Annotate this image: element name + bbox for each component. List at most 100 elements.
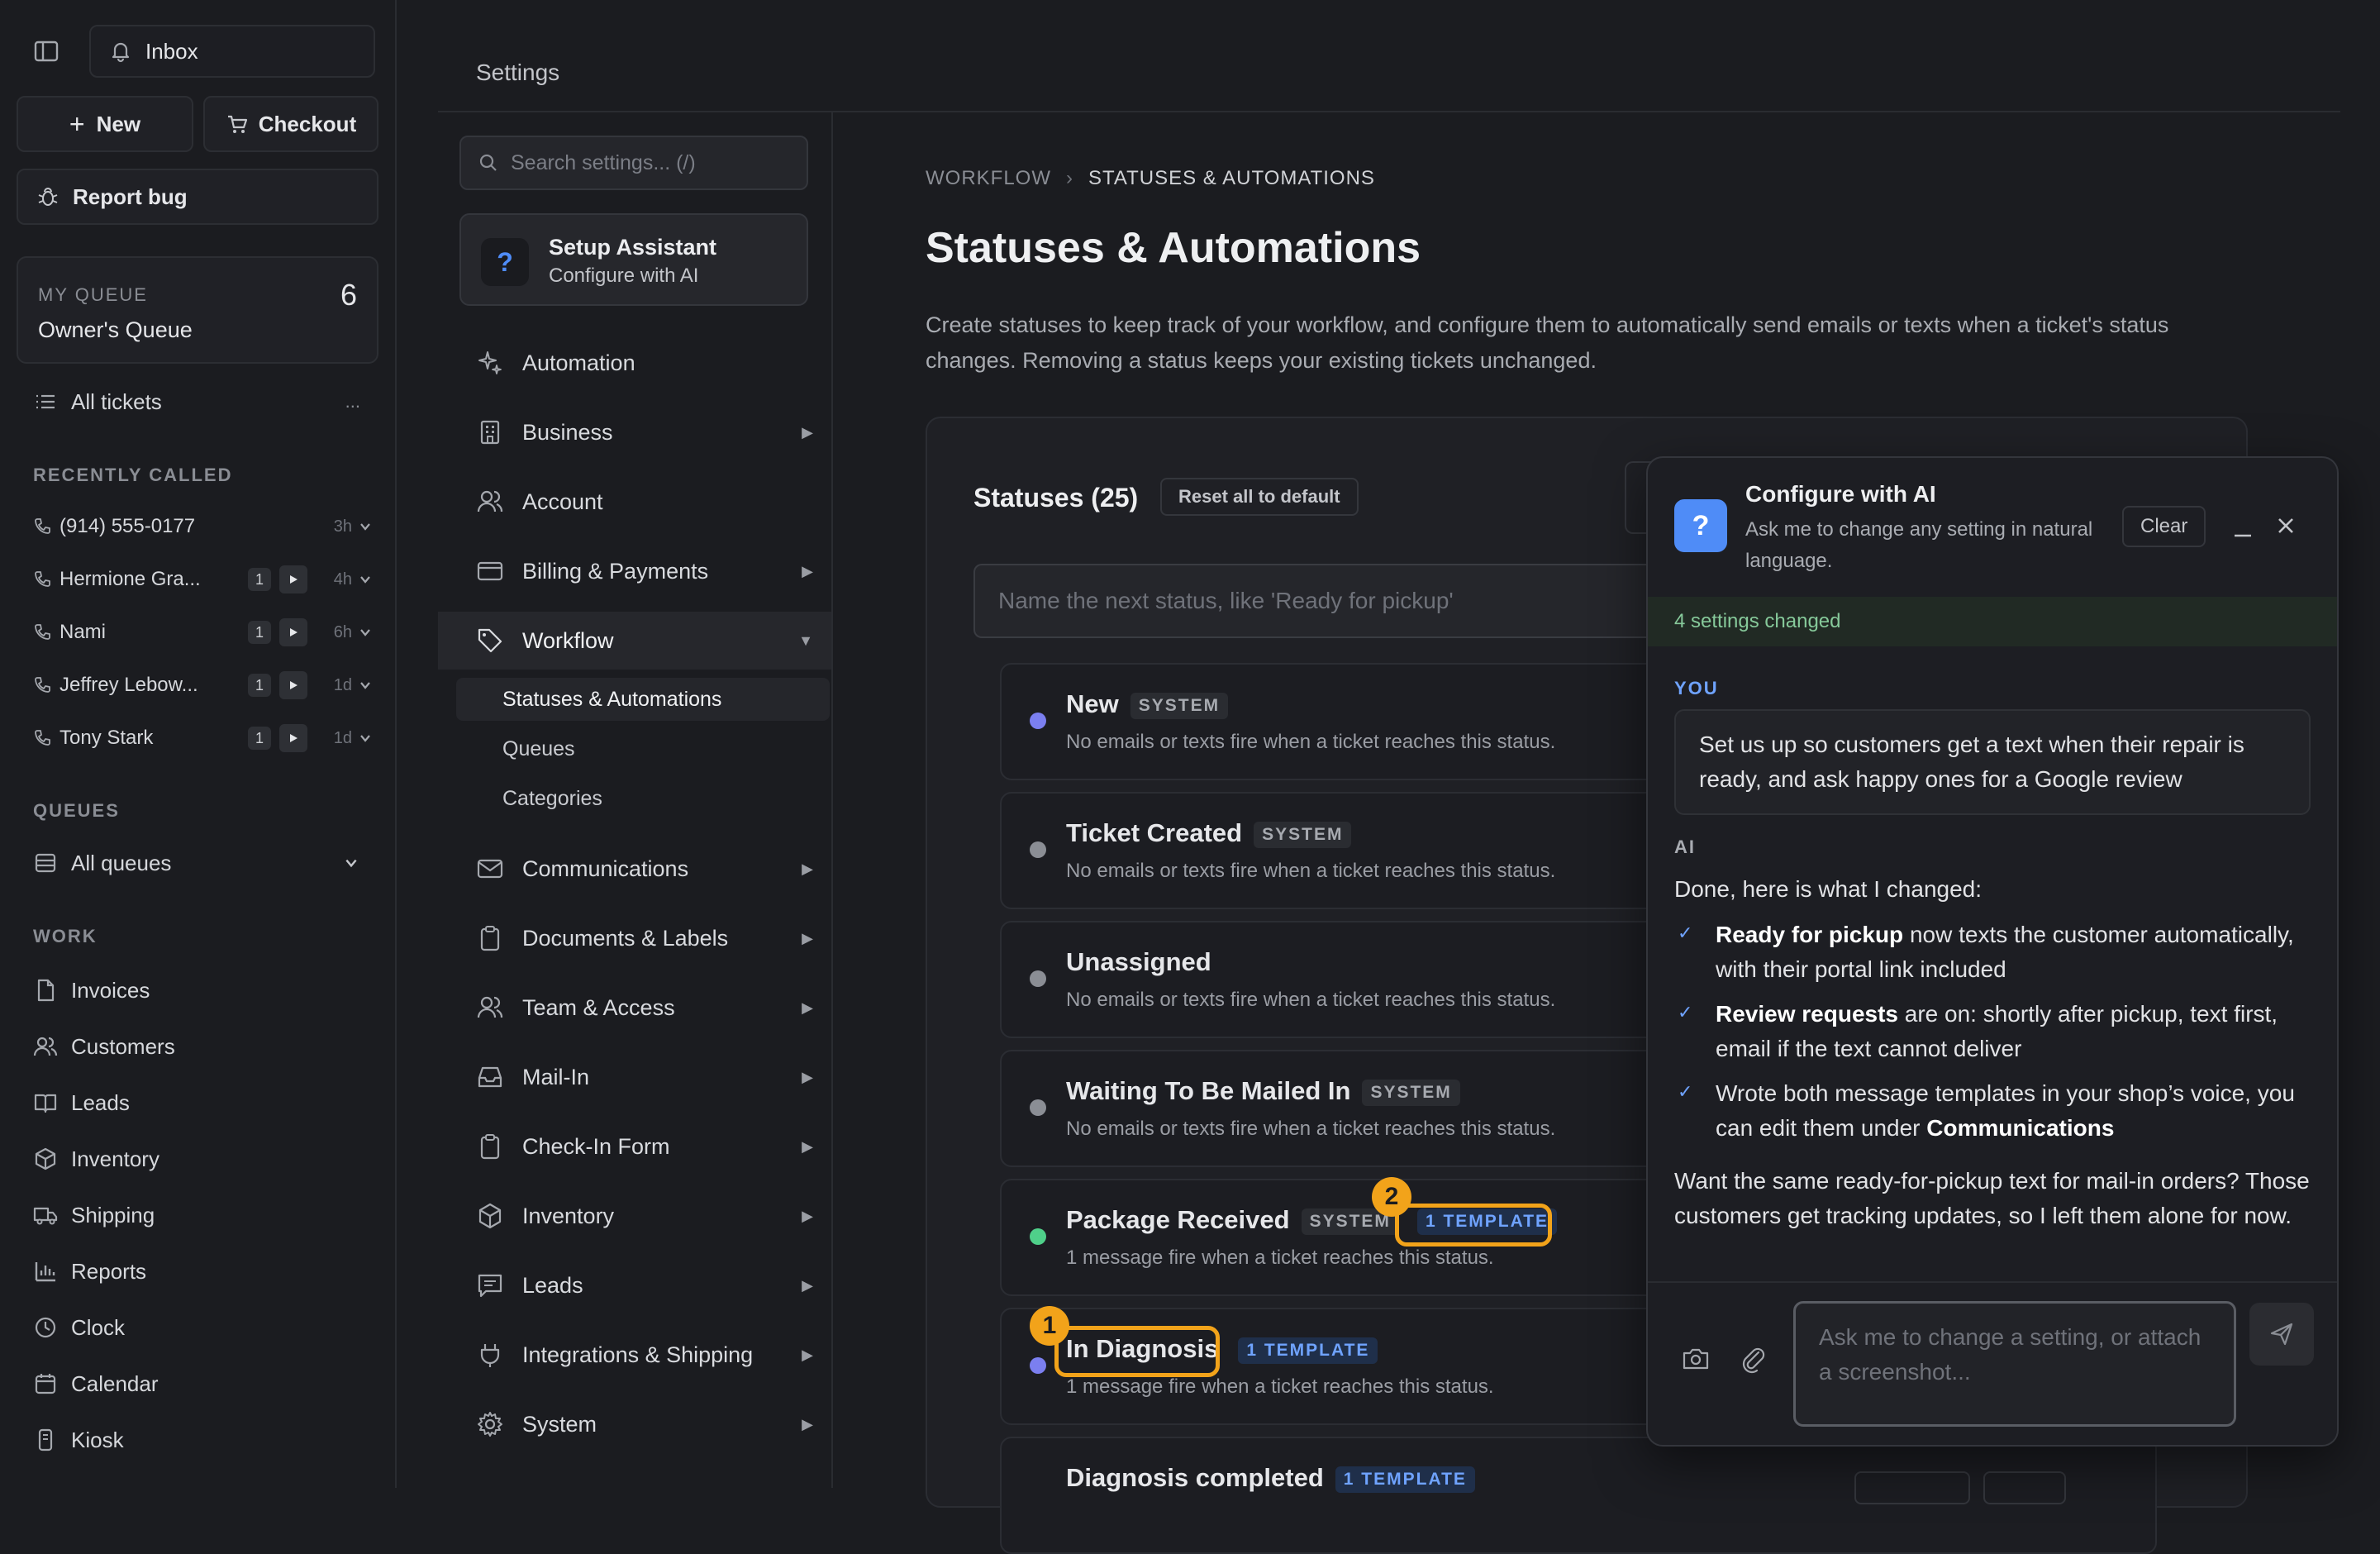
all-tickets-more-button[interactable]: ... — [345, 391, 360, 412]
new-button[interactable]: + New — [17, 96, 193, 152]
settings-sub-statuses[interactable]: Statuses & Automations — [456, 678, 830, 721]
settings-nav-inventory[interactable]: Inventory ▶ — [438, 1187, 831, 1245]
row-action-button[interactable] — [1854, 1471, 1970, 1504]
settings-nav-documents[interactable]: Documents & Labels ▶ — [438, 909, 831, 967]
settings-nav-automation[interactable]: Automation — [438, 334, 831, 392]
row-action-button[interactable] — [1983, 1471, 2066, 1504]
status-dot — [1030, 1099, 1046, 1116]
status-name: Package Received — [1066, 1205, 1290, 1234]
breadcrumb-workflow[interactable]: WORKFLOW — [926, 167, 1051, 190]
ai-input-placeholder: Ask me to change a setting, or attach a … — [1819, 1324, 2202, 1385]
call-name: Tony Stark — [60, 727, 154, 749]
inbox-button[interactable]: Inbox — [89, 25, 375, 78]
settings-sub-queues[interactable]: Queues — [456, 727, 830, 770]
nav-inventory[interactable]: Inventory — [33, 1141, 364, 1177]
all-queues-select[interactable]: All queues — [33, 845, 364, 881]
nav-leads[interactable]: Leads — [33, 1084, 364, 1121]
nav-clock[interactable]: Clock — [33, 1309, 364, 1346]
call-row[interactable]: (914) 555-0177 3h — [33, 510, 372, 543]
settings-nav-team[interactable]: Team & Access ▶ — [438, 979, 831, 1037]
page-description: Create statuses to keep track of your wo… — [926, 312, 2169, 373]
sidebar-toggle-icon[interactable] — [33, 38, 60, 64]
setup-assistant-card[interactable]: ? Setup Assistant Configure with AI — [459, 213, 808, 306]
settings-nav-label: Integrations & Shipping — [522, 1342, 754, 1367]
nav-kiosk[interactable]: Kiosk — [33, 1422, 364, 1458]
camera-icon[interactable] — [1681, 1346, 1711, 1372]
setup-assistant-subtitle: Configure with AI — [549, 265, 699, 287]
bell-icon — [109, 40, 132, 63]
nav-reports[interactable]: Reports — [33, 1253, 364, 1289]
my-queue-name: Owner's Queue — [38, 317, 193, 342]
play-icon[interactable] — [279, 565, 307, 593]
play-icon[interactable] — [279, 724, 307, 752]
callout-marker: 1 — [1030, 1306, 1069, 1346]
send-button[interactable] — [2249, 1303, 2314, 1366]
ai-message-input[interactable]: Ask me to change a setting, or attach a … — [1793, 1301, 2236, 1427]
close-icon[interactable] — [2274, 514, 2297, 537]
plug-icon — [476, 1341, 504, 1369]
users-icon — [476, 488, 504, 516]
my-queue-card[interactable]: MY QUEUE Owner's Queue 6 — [17, 256, 378, 364]
settings-nav-account[interactable]: Account — [438, 473, 831, 531]
settings-nav-communications[interactable]: Communications ▶ — [438, 840, 831, 898]
phone-icon — [33, 623, 51, 641]
nav-invoices[interactable]: Invoices — [33, 972, 364, 1008]
paperclip-icon[interactable] — [1739, 1344, 1768, 1374]
call-row[interactable]: Hermione Gra... 1 4h — [33, 563, 372, 596]
settings-nav-integrations[interactable]: Integrations & Shipping ▶ — [438, 1326, 831, 1384]
chevron-down-icon[interactable] — [359, 679, 372, 692]
nav-label: Shipping — [71, 1202, 155, 1227]
chevron-down-icon[interactable] — [359, 626, 372, 639]
chevron-down-icon[interactable] — [359, 573, 372, 586]
settings-nav-business[interactable]: Business ▶ — [438, 403, 831, 461]
template-badge[interactable]: 1 TEMPLATE — [1335, 1466, 1475, 1493]
change-item-title: Ready for pickup — [1716, 922, 1904, 947]
checkout-button[interactable]: Checkout — [203, 96, 378, 152]
new-status-input[interactable]: Name the next status, like 'Ready for pi… — [973, 564, 1717, 638]
status-description: 1 message fire when a ticket reaches thi… — [1066, 1247, 1494, 1269]
settings-nav-workflow[interactable]: Workflow ▼ — [438, 612, 831, 670]
settings-nav-billing[interactable]: Billing & Payments ▶ — [438, 542, 831, 600]
settings-search[interactable]: Search settings... (/) — [459, 136, 808, 190]
call-count-badge: 1 — [248, 727, 271, 750]
system-badge: SYSTEM — [1254, 821, 1352, 848]
all-tickets-link[interactable]: All tickets ... — [33, 384, 364, 420]
my-queue-heading: MY QUEUE — [38, 284, 148, 305]
status-dot — [1030, 1228, 1046, 1245]
nav-shipping[interactable]: Shipping — [33, 1197, 364, 1233]
call-row[interactable]: Tony Stark 1 1d — [33, 722, 372, 755]
clear-button[interactable]: Clear — [2122, 506, 2206, 547]
new-status-placeholder: Name the next status, like 'Ready for pi… — [998, 588, 1454, 613]
settings-nav-label: Communications — [522, 856, 689, 881]
bug-icon — [36, 185, 60, 208]
nav-calendar[interactable]: Calendar — [33, 1366, 364, 1402]
settings-nav-leads[interactable]: Leads ▶ — [438, 1256, 831, 1314]
call-count-badge: 1 — [248, 568, 271, 591]
settings-nav-check-in[interactable]: Check-In Form ▶ — [438, 1118, 831, 1175]
settings-nav-mail-in[interactable]: Mail-In ▶ — [438, 1048, 831, 1106]
chevron-down-icon[interactable] — [359, 520, 372, 533]
call-row[interactable]: Nami 1 6h — [33, 616, 372, 649]
new-label: New — [96, 111, 141, 136]
settings-sub-categories[interactable]: Categories — [456, 777, 830, 820]
template-badge[interactable]: 1 TEMPLATE — [1238, 1337, 1378, 1364]
phone-icon — [33, 729, 51, 747]
report-bug-button[interactable]: Report bug — [17, 169, 378, 225]
call-row[interactable]: Jeffrey Lebow... 1 1d — [33, 669, 372, 702]
settings-nav-label: Automation — [522, 350, 635, 375]
chevron-down-icon[interactable] — [359, 732, 372, 745]
nav-customers[interactable]: Customers — [33, 1028, 364, 1065]
settings-changed-text: 4 settings changed — [1674, 610, 1841, 632]
play-icon[interactable] — [279, 618, 307, 646]
calendar-icon — [33, 1371, 58, 1396]
check-icon: ✓ — [1678, 1002, 1693, 1022]
reset-all-button[interactable]: Reset all to default — [1160, 478, 1359, 516]
clipboard-icon — [476, 1132, 504, 1161]
settings-nav-label: Billing & Payments — [522, 558, 709, 584]
settings-nav-system[interactable]: System ▶ — [438, 1395, 831, 1453]
play-icon[interactable] — [279, 671, 307, 699]
minimize-icon[interactable] — [2233, 514, 2253, 539]
change-item: Ready for pickup now texts the customer … — [1716, 918, 2311, 987]
breadcrumb-current: STATUSES & AUTOMATIONS — [1088, 167, 1375, 189]
user-message-text: Set us up so customers get a text when t… — [1699, 732, 2244, 792]
